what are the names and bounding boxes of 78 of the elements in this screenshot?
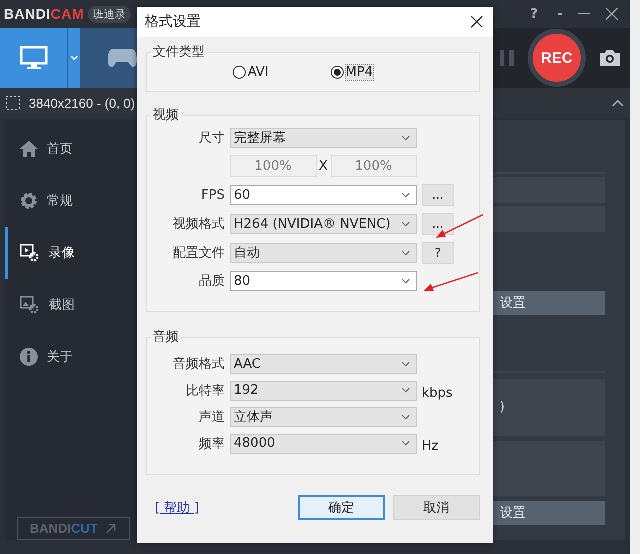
annotation-arrow xyxy=(424,272,478,291)
dropdown[interactable]: 完整屏幕 xyxy=(230,128,417,148)
video-settings-icon xyxy=(20,244,40,262)
sidebar-item[interactable]: 常规 xyxy=(5,175,137,227)
dropdown[interactable]: 48000 xyxy=(230,434,417,454)
sidebar-label: 关于 xyxy=(47,349,73,366)
field-label: 视频格式 xyxy=(172,216,225,233)
sidebar-item[interactable]: 首页 xyxy=(5,123,137,175)
record-button[interactable]: REC xyxy=(528,29,586,87)
setting-text: ) xyxy=(500,400,505,415)
field-label: 配置文件 xyxy=(172,245,225,262)
dialog-button[interactable]: 取消 xyxy=(393,495,480,520)
region-size-text: 3840x2160 - (0, 0) xyxy=(29,96,136,110)
info-icon xyxy=(20,348,38,366)
monitor-icon xyxy=(20,46,48,70)
dropdown[interactable]: AAC xyxy=(230,354,417,374)
sidebar-label: 录像 xyxy=(49,245,75,262)
image-settings-icon xyxy=(20,296,40,314)
option-button[interactable]: ? xyxy=(422,242,454,264)
sidebar-label: 首页 xyxy=(47,141,73,158)
unit-label: Hz xyxy=(422,438,440,454)
field-label: 尺寸 xyxy=(198,130,225,147)
dropdown[interactable]: 80 xyxy=(230,271,417,291)
help-link[interactable]: [ 帮助 ] xyxy=(155,498,200,516)
sidebar-label: 常规 xyxy=(47,193,73,210)
close-icon[interactable] xyxy=(471,16,483,28)
screen-mode-button[interactable] xyxy=(0,28,67,88)
group-title: 音频 xyxy=(152,329,180,346)
dialog-button[interactable]: 确定 xyxy=(298,495,385,520)
field-label: 音频格式 xyxy=(172,356,225,373)
chevron-down-icon xyxy=(402,222,410,226)
radio-label[interactable]: AVI xyxy=(248,65,269,80)
camera-icon[interactable] xyxy=(600,50,620,66)
option-button[interactable]: ... xyxy=(422,184,454,206)
chevron-down-icon xyxy=(402,278,410,284)
app-logo: BANDICAM xyxy=(4,6,84,22)
dropdown[interactable]: 60 xyxy=(230,185,417,205)
sidebar-label: 截图 xyxy=(49,297,75,314)
help-button[interactable]: ? xyxy=(530,6,538,22)
chevron-down-icon xyxy=(402,192,410,198)
minimize-icon[interactable] xyxy=(578,13,590,15)
field-label: 品质 xyxy=(198,273,225,290)
width-field[interactable]: 100% xyxy=(230,155,316,177)
chevron-down-icon xyxy=(402,441,410,446)
field-label: FPS xyxy=(200,188,225,202)
field-label: 频率 xyxy=(198,436,225,452)
dropdown[interactable]: H264 (NVIDIA® NVENC) xyxy=(230,214,417,234)
radio-button[interactable] xyxy=(233,66,246,79)
gear-icon xyxy=(20,192,38,210)
home-icon xyxy=(20,141,38,157)
external-link-icon xyxy=(106,524,116,534)
times-sign: X xyxy=(318,158,329,174)
radio-label[interactable]: MP4 xyxy=(346,65,374,80)
group-title: 视频 xyxy=(152,107,180,124)
field-label: 比特率 xyxy=(185,382,225,400)
chevron-down-icon xyxy=(402,388,410,393)
dialog-title: 格式设置 xyxy=(145,13,201,31)
sidebar-item[interactable]: 关于 xyxy=(5,331,137,383)
chevron-down-icon xyxy=(402,136,410,140)
chevron-down-icon xyxy=(402,414,410,420)
region-select-icon[interactable] xyxy=(6,96,20,110)
chevron-down-icon xyxy=(402,250,410,256)
height-field[interactable]: 100% xyxy=(330,155,417,177)
chevron-down-icon xyxy=(402,362,410,366)
dropdown[interactable]: 192 xyxy=(230,380,417,400)
annotation-arrow xyxy=(436,214,484,238)
dropdown[interactable]: 自动 xyxy=(230,243,417,263)
sidebar-item[interactable]: 截图 xyxy=(5,279,137,331)
title-tag: 班迪录 xyxy=(88,6,132,22)
dropdown[interactable]: 立体声 xyxy=(230,407,417,427)
chevron-down-icon xyxy=(70,56,78,60)
collapse-icon[interactable] xyxy=(612,100,624,106)
gamepad-icon xyxy=(108,48,137,68)
unit-label: kbps xyxy=(422,385,454,401)
group-title: 文件类型 xyxy=(152,44,206,61)
option-button[interactable]: ... xyxy=(422,213,454,235)
field-label: 声道 xyxy=(198,409,225,426)
radio-button[interactable] xyxy=(330,66,344,79)
